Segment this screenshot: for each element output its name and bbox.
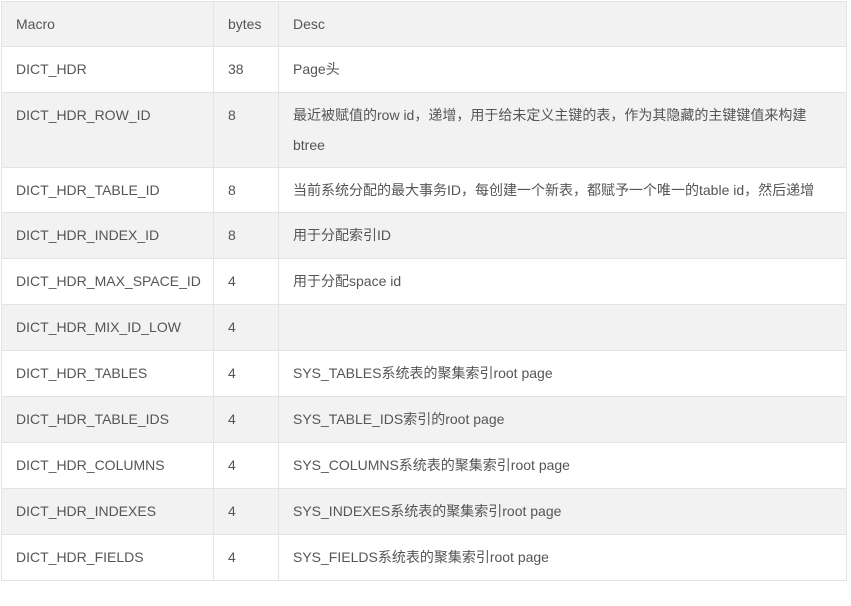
cell-desc: SYS_TABLES系统表的聚集索引root page (278, 350, 847, 397)
cell-bytes: 4 (213, 488, 279, 535)
table-header-row: Macro bytes Desc (1, 1, 847, 47)
cell-bytes: 8 (213, 167, 279, 213)
table-row: DICT_HDR_INDEX_ID 8 用于分配索引ID (1, 212, 847, 259)
cell-bytes: 4 (213, 396, 279, 443)
cell-macro: DICT_HDR_FIELDS (1, 534, 214, 581)
cell-bytes: 4 (213, 534, 279, 581)
cell-macro: DICT_HDR_COLUMNS (1, 442, 214, 489)
cell-desc: SYS_FIELDS系统表的聚集索引root page (278, 534, 847, 581)
cell-desc (278, 304, 847, 351)
cell-macro: DICT_HDR_MIX_ID_LOW (1, 304, 214, 351)
cell-bytes: 38 (213, 46, 279, 93)
cell-macro: DICT_HDR_TABLE_ID (1, 167, 214, 213)
cell-bytes: 8 (213, 212, 279, 259)
cell-bytes: 4 (213, 258, 279, 305)
cell-macro: DICT_HDR_MAX_SPACE_ID (1, 258, 214, 305)
cell-bytes: 4 (213, 442, 279, 489)
cell-desc: 用于分配索引ID (278, 212, 847, 259)
cell-bytes: 4 (213, 350, 279, 397)
table-row: DICT_HDR_FIELDS 4 SYS_FIELDS系统表的聚集索引root… (1, 534, 847, 581)
cell-macro: DICT_HDR_INDEXES (1, 488, 214, 535)
cell-macro: DICT_HDR_ROW_ID (1, 92, 214, 168)
cell-desc: SYS_COLUMNS系统表的聚集索引root page (278, 442, 847, 489)
cell-desc: Page头 (278, 46, 847, 93)
table-row: DICT_HDR_INDEXES 4 SYS_INDEXES系统表的聚集索引ro… (1, 488, 847, 535)
cell-desc: 用于分配space id (278, 258, 847, 305)
column-header-bytes: bytes (213, 1, 279, 47)
cell-bytes: 4 (213, 304, 279, 351)
cell-macro: DICT_HDR_TABLE_IDS (1, 396, 214, 443)
table-row: DICT_HDR_TABLES 4 SYS_TABLES系统表的聚集索引root… (1, 350, 847, 397)
table-row: DICT_HDR_ROW_ID 8 最近被赋值的row id，递增，用于给未定义… (1, 92, 847, 168)
table-row: DICT_HDR_MAX_SPACE_ID 4 用于分配space id (1, 258, 847, 305)
cell-macro: DICT_HDR_INDEX_ID (1, 212, 214, 259)
cell-desc: SYS_TABLE_IDS索引的root page (278, 396, 847, 443)
cell-desc: 最近被赋值的row id，递增，用于给未定义主键的表，作为其隐藏的主键键值来构建… (278, 92, 847, 168)
table-row: DICT_HDR_MIX_ID_LOW 4 (1, 304, 847, 351)
table-row: DICT_HDR_TABLE_IDS 4 SYS_TABLE_IDS索引的roo… (1, 396, 847, 443)
table-row: DICT_HDR_COLUMNS 4 SYS_COLUMNS系统表的聚集索引ro… (1, 442, 847, 489)
column-header-desc: Desc (278, 1, 847, 47)
dict-header-table-container: Macro bytes Desc DICT_HDR 38 Page头 DICT_… (1, 1, 847, 581)
dict-header-table: Macro bytes Desc DICT_HDR 38 Page头 DICT_… (1, 1, 847, 581)
table-row: DICT_HDR_TABLE_ID 8 当前系统分配的最大事务ID，每创建一个新… (1, 167, 847, 213)
table-row: DICT_HDR 38 Page头 (1, 46, 847, 93)
cell-macro: DICT_HDR (1, 46, 214, 93)
cell-macro: DICT_HDR_TABLES (1, 350, 214, 397)
cell-desc: SYS_INDEXES系统表的聚集索引root page (278, 488, 847, 535)
cell-desc: 当前系统分配的最大事务ID，每创建一个新表，都赋予一个唯一的table id，然… (278, 167, 847, 213)
cell-bytes: 8 (213, 92, 279, 168)
column-header-macro: Macro (1, 1, 214, 47)
